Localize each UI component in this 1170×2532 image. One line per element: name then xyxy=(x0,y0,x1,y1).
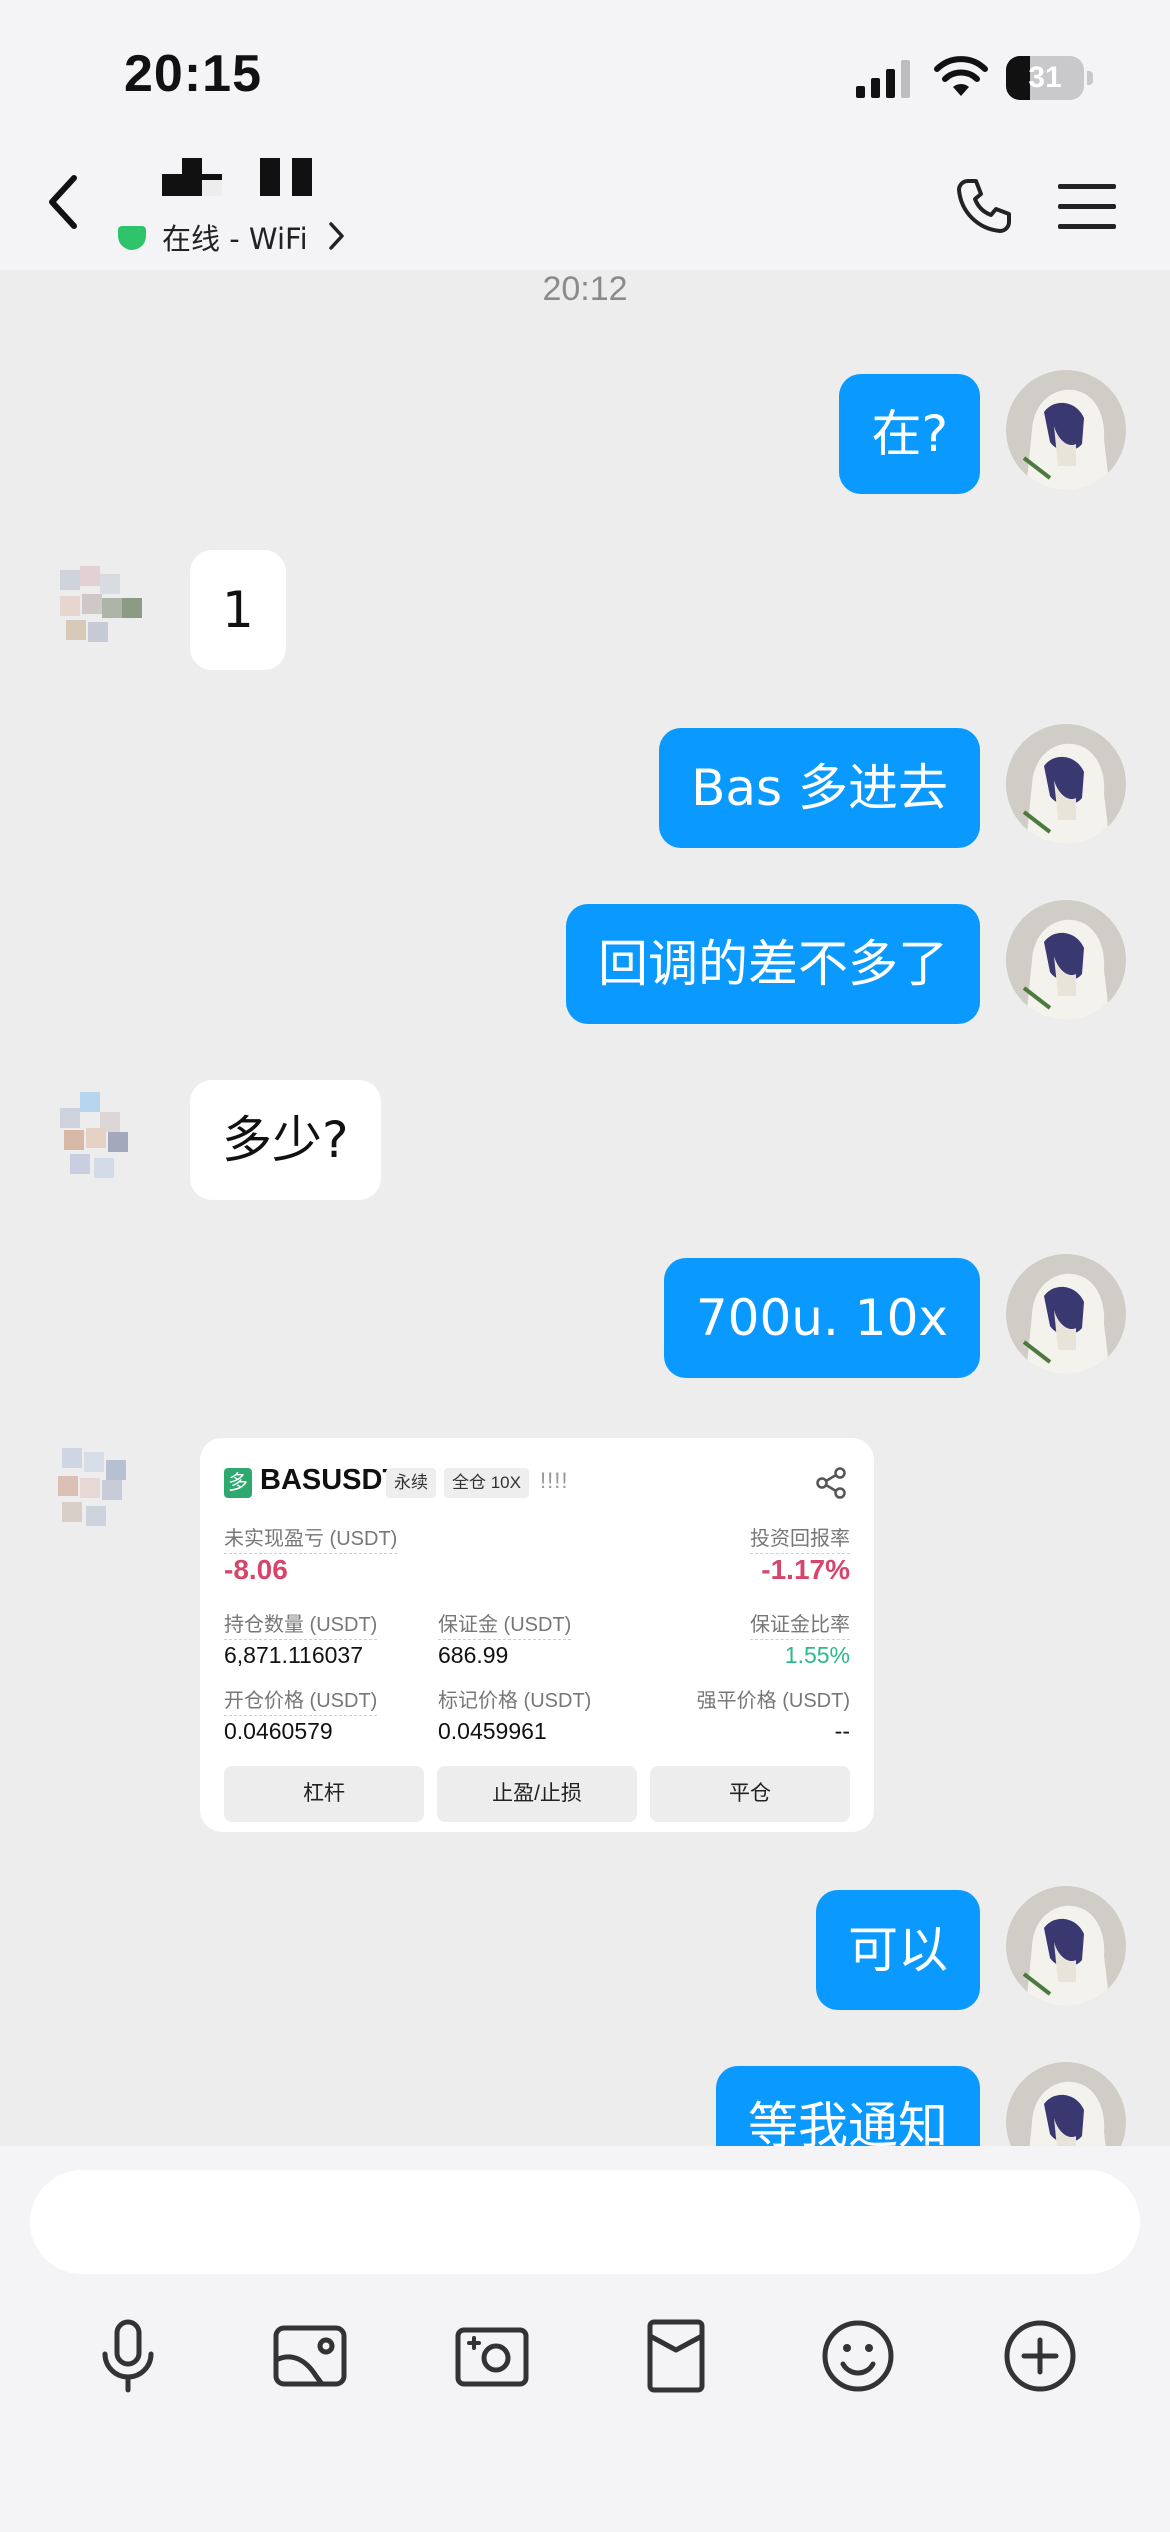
chevron-right-icon[interactable] xyxy=(326,218,348,254)
contact-avatar[interactable] xyxy=(40,1432,160,1552)
margin-ratio-label: 保证金比率 xyxy=(750,1608,850,1640)
chat-header: 在线 - WiFi xyxy=(0,140,1170,270)
phone-call-icon[interactable] xyxy=(954,176,1014,236)
my-avatar[interactable] xyxy=(1006,724,1126,844)
status-bar: 20:15 31 xyxy=(0,0,1170,140)
share-icon[interactable] xyxy=(814,1466,848,1500)
signal-strength-text: !!!! xyxy=(540,1468,569,1493)
liquidation-price-value: -- xyxy=(834,1718,850,1744)
cellular-signal-icon xyxy=(856,60,910,98)
mark-price-value: 0.0459961 xyxy=(438,1718,547,1744)
red-packet-icon[interactable] xyxy=(636,2316,716,2396)
margin-label: 保证金 (USDT) xyxy=(438,1608,572,1640)
battery-percent: 31 xyxy=(1028,61,1062,94)
outgoing-message-bubble[interactable]: 700u. 10x xyxy=(663,1258,980,1378)
incoming-message-bubble[interactable]: 多少? xyxy=(190,1080,381,1200)
wifi-icon xyxy=(934,56,988,96)
position-size-label: 持仓数量 (USDT) xyxy=(224,1608,378,1640)
status-time: 20:15 xyxy=(124,45,262,103)
outgoing-message-bubble[interactable]: Bas 多进去 xyxy=(659,728,980,848)
contact-name-redacted[interactable] xyxy=(158,158,328,202)
margin-ratio-value: 1.55% xyxy=(784,1642,850,1668)
close-position-button[interactable]: 平仓 xyxy=(650,1766,850,1822)
trade-symbol: BASUSDT xyxy=(260,1464,401,1496)
my-avatar[interactable] xyxy=(1006,1254,1126,1374)
message-input[interactable] xyxy=(30,2170,1140,2274)
unrealized-pnl-label: 未实现盈亏 (USDT) xyxy=(224,1522,398,1554)
message-list[interactable]: 20:12 在? 1 Bas 多进去 回调的差不多了 多少? 700u. 10x… xyxy=(0,270,1170,2146)
composer xyxy=(0,2146,1170,2532)
entry-price-value: 0.0460579 xyxy=(224,1718,333,1744)
tp-sl-button[interactable]: 止盈/止损 xyxy=(437,1766,637,1822)
outgoing-message-bubble[interactable]: 在? xyxy=(839,374,980,494)
emoji-icon[interactable] xyxy=(818,2316,898,2396)
position-size-value: 6,871.116037 xyxy=(224,1642,363,1668)
outgoing-message-bubble[interactable]: 回调的差不多了 xyxy=(566,904,980,1024)
contact-avatar[interactable] xyxy=(40,1078,160,1198)
my-avatar[interactable] xyxy=(1006,900,1126,1020)
margin-mode-tag: 全仓 10X xyxy=(444,1468,529,1498)
my-avatar[interactable] xyxy=(1006,370,1126,490)
contact-avatar[interactable] xyxy=(40,548,160,668)
long-badge: 多 xyxy=(224,1468,252,1498)
online-status-text[interactable]: 在线 - WiFi xyxy=(162,216,308,258)
margin-value: 686.99 xyxy=(438,1642,509,1668)
message-timestamp: 20:12 xyxy=(542,270,628,308)
camera-icon[interactable] xyxy=(452,2316,532,2396)
menu-icon[interactable] xyxy=(1058,182,1116,232)
plus-icon[interactable] xyxy=(1000,2316,1080,2396)
futures-position-card[interactable]: 多 BASUSDT 永续 全仓 10X !!!! 未实现盈亏 (USDT) -8… xyxy=(200,1438,874,1832)
mark-price-label: 标记价格 (USDT) xyxy=(438,1690,592,1712)
unrealized-pnl-value: -8.06 xyxy=(224,1554,288,1585)
liquidation-price-label: 强平价格 (USDT) xyxy=(696,1690,850,1712)
battery-icon: 31 xyxy=(1006,56,1094,100)
roi-label: 投资回报率 xyxy=(750,1522,850,1554)
image-icon[interactable] xyxy=(270,2316,350,2396)
roi-value: -1.17% xyxy=(761,1554,850,1585)
outgoing-message-bubble[interactable]: 等我通知 xyxy=(716,2066,980,2146)
leverage-button[interactable]: 杠杆 xyxy=(224,1766,424,1822)
outgoing-message-bubble[interactable]: 可以 xyxy=(816,1890,980,2010)
microphone-icon[interactable] xyxy=(88,2316,168,2396)
my-avatar[interactable] xyxy=(1006,2062,1126,2146)
back-arrow-icon[interactable] xyxy=(40,170,88,234)
my-avatar[interactable] xyxy=(1006,1886,1126,2006)
incoming-message-bubble[interactable]: 1 xyxy=(190,550,286,670)
entry-price-label: 开仓价格 (USDT) xyxy=(224,1684,378,1716)
contract-type-tag: 永续 xyxy=(386,1468,436,1498)
online-status-icon xyxy=(118,226,146,250)
